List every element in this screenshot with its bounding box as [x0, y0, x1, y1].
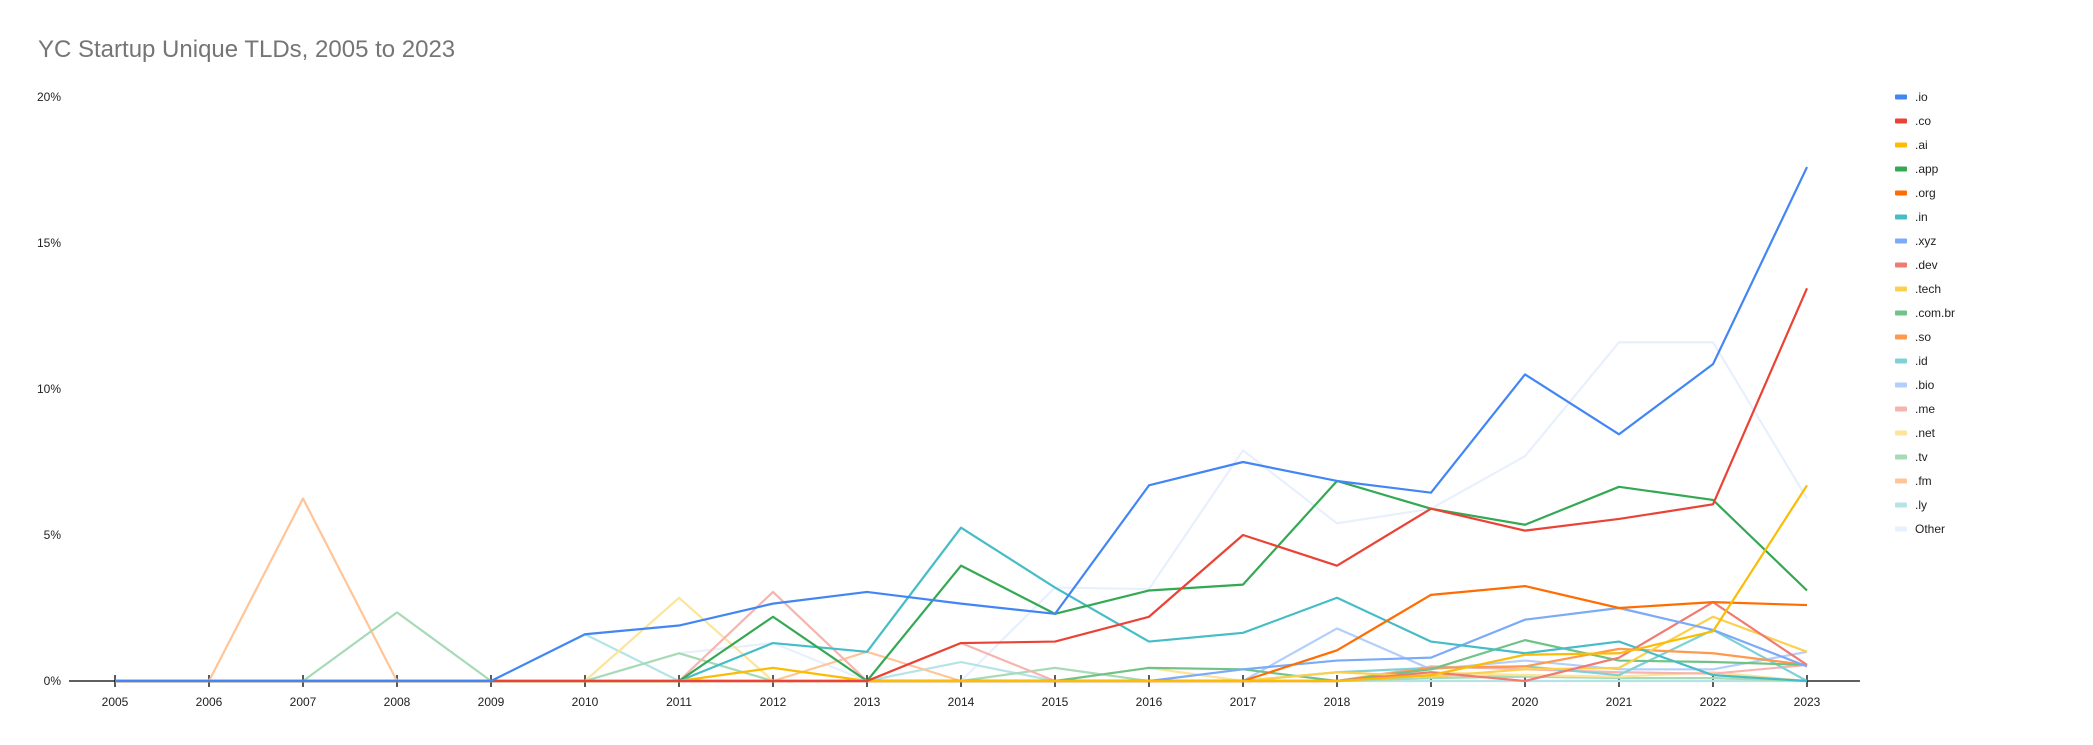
- legend-item[interactable]: Other: [1895, 522, 1945, 536]
- legend-label: .tv: [1915, 450, 1928, 464]
- legend-swatch: [1895, 94, 1907, 100]
- x-tick-label: 2014: [948, 695, 975, 709]
- legend-swatch: [1895, 310, 1907, 316]
- legend-swatch: [1895, 430, 1907, 436]
- x-tick-label: 2011: [666, 695, 692, 709]
- legend-item[interactable]: .ai: [1895, 138, 1928, 152]
- legend-item[interactable]: .xyz: [1895, 234, 1936, 248]
- x-tick-label: 2005: [102, 695, 129, 709]
- legend-item[interactable]: .tv: [1895, 450, 1928, 464]
- legend-label: .ai: [1915, 138, 1928, 152]
- legend-item[interactable]: .me: [1895, 402, 1935, 416]
- legend-swatch: [1895, 406, 1907, 412]
- legend-label: Other: [1915, 522, 1945, 536]
- legend-label: .app: [1915, 162, 1939, 176]
- x-tick-label: 2023: [1794, 695, 1821, 709]
- legend-label: .dev: [1915, 258, 1938, 272]
- legend-label: .in: [1915, 210, 1928, 224]
- x-tick-label: 2017: [1230, 695, 1257, 709]
- legend-label: .tech: [1915, 282, 1941, 296]
- legend-label: .com.br: [1915, 306, 1955, 320]
- x-tick-label: 2018: [1324, 695, 1351, 709]
- series-line-ai: [115, 484, 1808, 683]
- x-tick-label: 2007: [290, 695, 317, 709]
- legend-item[interactable]: .so: [1895, 330, 1931, 344]
- legend-label: .co: [1915, 114, 1931, 128]
- x-tick-label: 2020: [1512, 695, 1539, 709]
- legend-swatch: [1895, 526, 1907, 532]
- legend: .io .co .ai .app .org .in .xyz .dev .tech .com.br…: [1895, 90, 1955, 536]
- legend-item[interactable]: .org: [1895, 186, 1936, 200]
- legend-swatch: [1895, 190, 1907, 196]
- line-chart: 0% 5% 10% 15% 20% 2005 2006 2007 2008 2009 2010 20…: [37, 90, 1955, 709]
- legend-item[interactable]: .dev: [1895, 258, 1938, 272]
- legend-item[interactable]: .co: [1895, 114, 1931, 128]
- legend-swatch: [1895, 142, 1907, 148]
- x-tick-label: 2022: [1700, 695, 1727, 709]
- legend-swatch: [1895, 262, 1907, 268]
- legend-item[interactable]: .fm: [1895, 474, 1932, 488]
- y-tick-label: 0%: [44, 674, 62, 688]
- x-tick-label: 2021: [1606, 695, 1633, 709]
- legend-label: .net: [1915, 426, 1936, 440]
- legend-item[interactable]: .bio: [1895, 378, 1935, 392]
- legend-item[interactable]: .net: [1895, 426, 1936, 440]
- legend-swatch: [1895, 214, 1907, 220]
- legend-swatch: [1895, 118, 1907, 124]
- y-tick-label: 5%: [44, 528, 62, 542]
- legend-swatch: [1895, 478, 1907, 484]
- x-tick-label: 2012: [760, 695, 787, 709]
- x-tick-label: 2013: [854, 695, 881, 709]
- series-line-co: [115, 287, 1809, 683]
- y-tick-label: 15%: [37, 236, 61, 250]
- legend-item[interactable]: .io: [1895, 90, 1928, 104]
- x-tick-label: 2016: [1136, 695, 1163, 709]
- legend-item[interactable]: .app: [1895, 162, 1939, 176]
- y-axis-ticks: 0% 5% 10% 15% 20%: [37, 90, 61, 688]
- legend-label: .xyz: [1915, 234, 1936, 248]
- series-line-app: [115, 479, 1808, 683]
- legend-label: .ly: [1915, 498, 1927, 512]
- legend-swatch: [1895, 382, 1907, 388]
- legend-swatch: [1895, 286, 1907, 292]
- legend-swatch: [1895, 238, 1907, 244]
- legend-label: .org: [1915, 186, 1936, 200]
- legend-item[interactable]: .com.br: [1895, 306, 1955, 320]
- series-line-io: [115, 166, 1808, 683]
- series-line-me: [115, 590, 1808, 683]
- y-tick-label: 10%: [37, 382, 61, 396]
- legend-label: .me: [1915, 402, 1935, 416]
- legend-label: .io: [1915, 90, 1928, 104]
- x-tick-label: 2019: [1418, 695, 1445, 709]
- legend-swatch: [1895, 334, 1907, 340]
- x-tick-label: 2009: [478, 695, 505, 709]
- legend-swatch: [1895, 166, 1907, 172]
- legend-swatch: [1895, 358, 1907, 364]
- legend-swatch: [1895, 454, 1907, 460]
- x-tick-label: 2008: [384, 695, 411, 709]
- legend-label: .bio: [1915, 378, 1935, 392]
- legend-item[interactable]: .in: [1895, 210, 1928, 224]
- legend-label: .so: [1915, 330, 1931, 344]
- x-tick-label: 2006: [196, 695, 223, 709]
- legend-label: .id: [1915, 354, 1928, 368]
- legend-item[interactable]: .ly: [1895, 498, 1927, 512]
- x-tick-label: 2015: [1042, 695, 1069, 709]
- legend-swatch: [1895, 502, 1907, 508]
- y-tick-label: 20%: [37, 90, 61, 104]
- legend-item[interactable]: .id: [1895, 354, 1928, 368]
- x-tick-label: 2010: [572, 695, 599, 709]
- legend-label: .fm: [1915, 474, 1932, 488]
- series-lines: [115, 166, 1809, 683]
- legend-item[interactable]: .tech: [1895, 282, 1941, 296]
